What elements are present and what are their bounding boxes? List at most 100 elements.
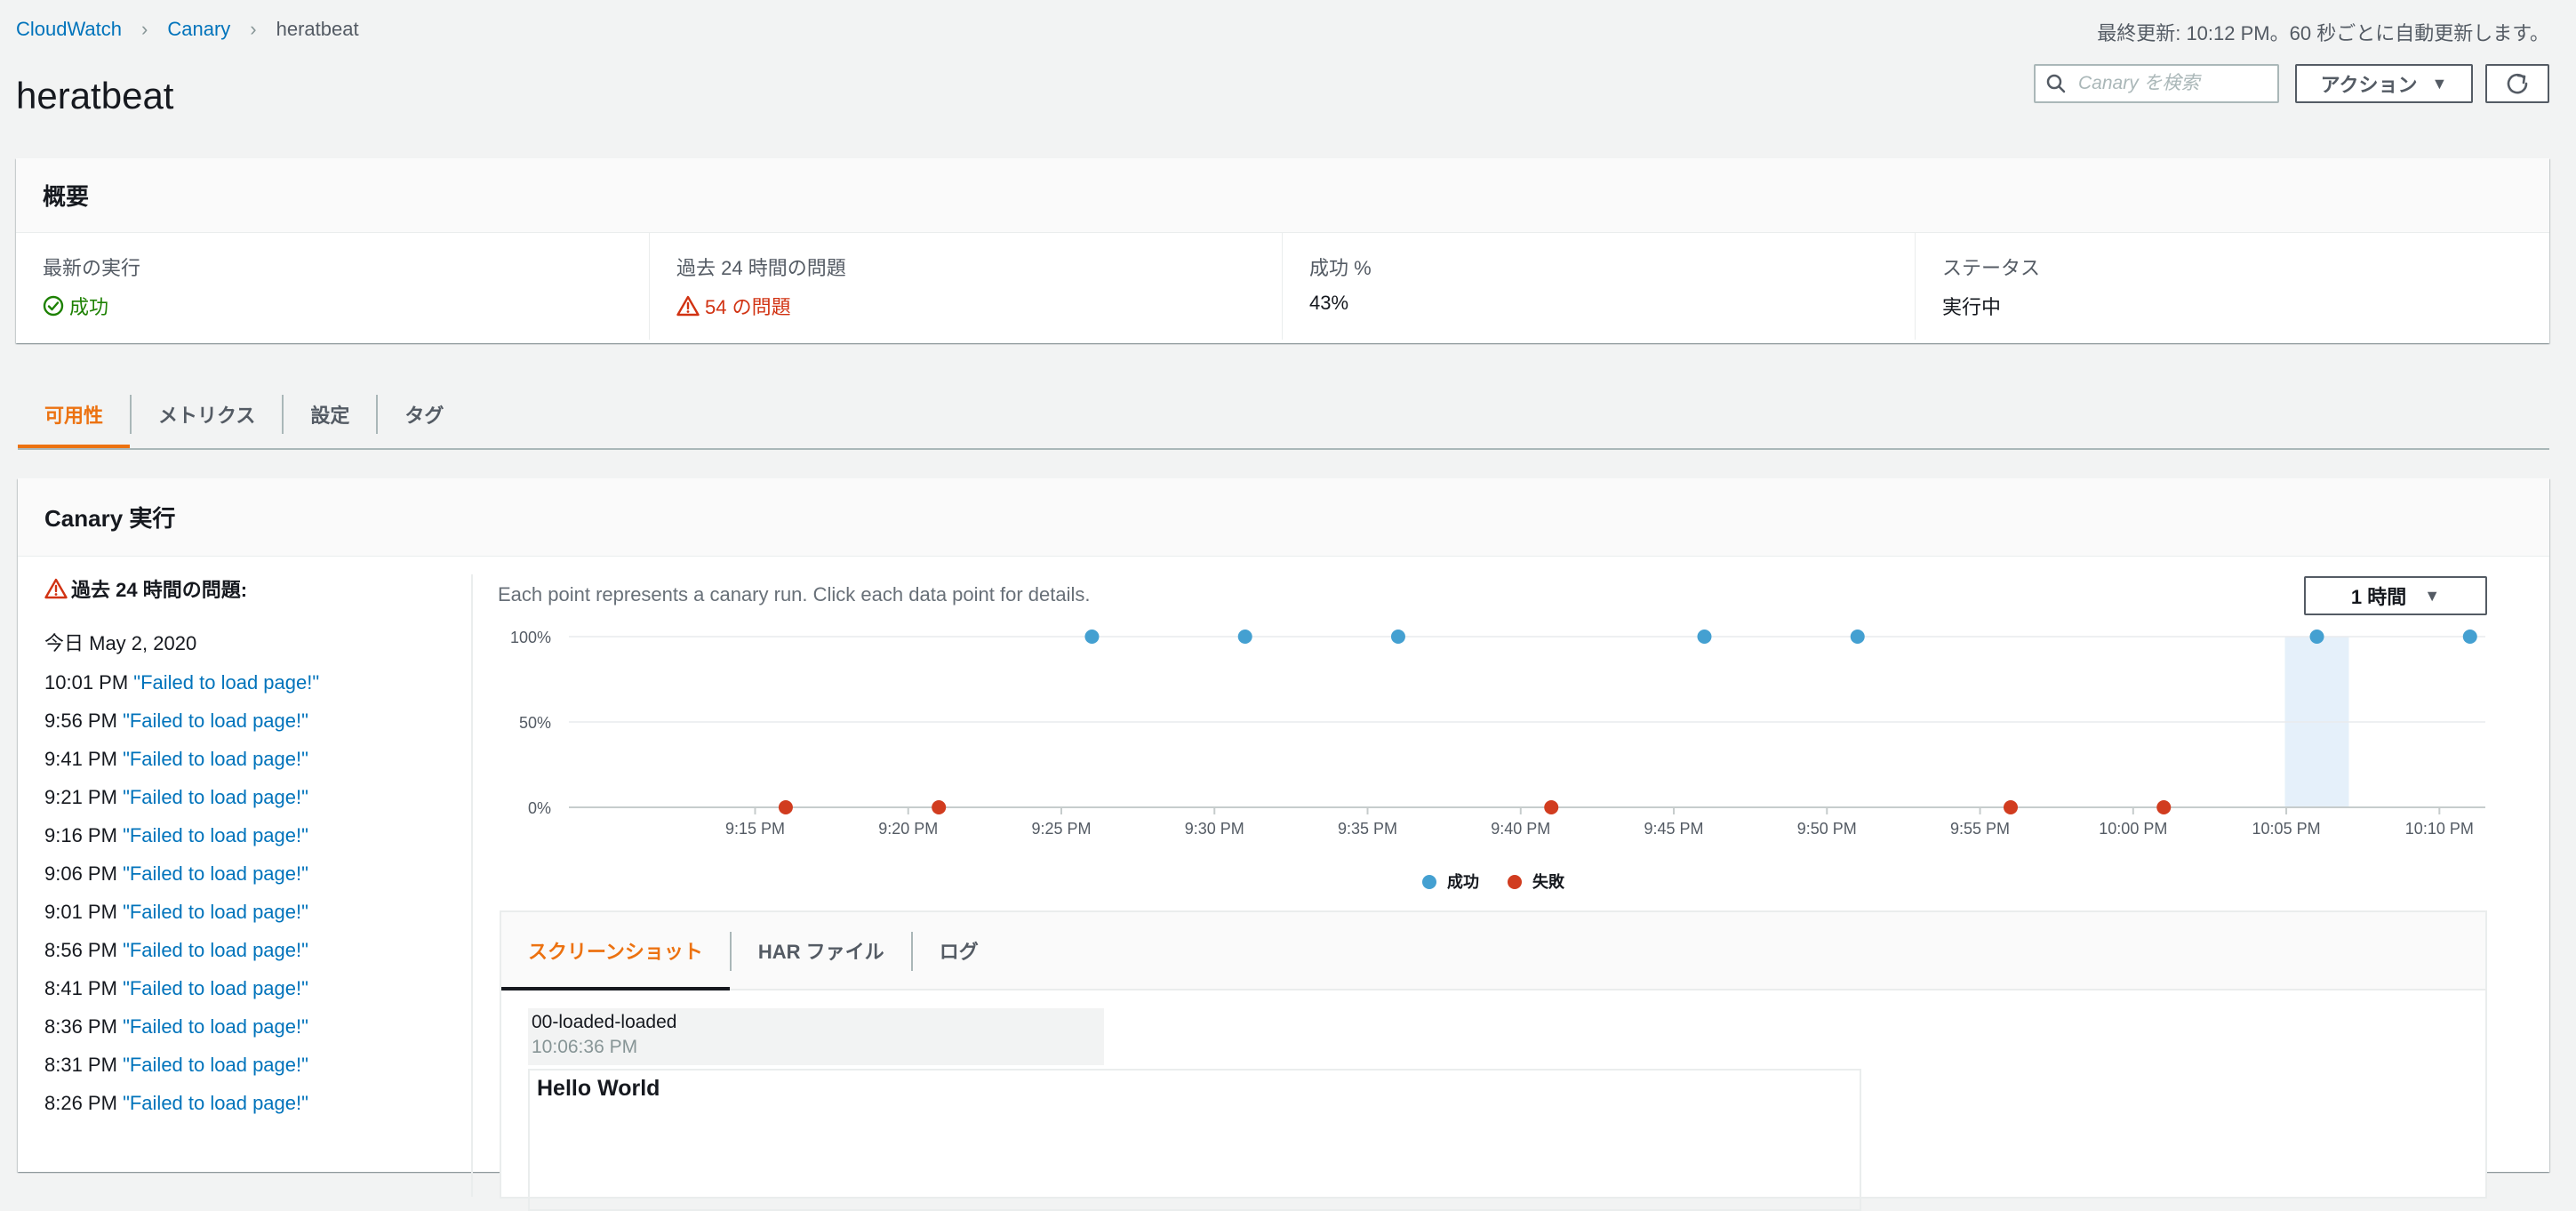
refresh-button[interactable] (2485, 64, 2549, 103)
issue-item: 9:06 PM "Failed to load page!" (44, 862, 453, 886)
issue-time: 9:21 PM (44, 786, 117, 808)
x-tick-label: 9:25 PM (1031, 820, 1091, 838)
x-tick-label: 9:40 PM (1491, 820, 1550, 838)
success-pct-column: 成功 % 43% (1282, 233, 1915, 340)
issue-link[interactable]: "Failed to load page!" (123, 901, 308, 923)
success-point[interactable] (1850, 630, 1865, 644)
tab-screenshot[interactable]: スクリーンショット (501, 912, 730, 990)
issue-link[interactable]: "Failed to load page!" (123, 862, 308, 885)
x-tick-label: 9:45 PM (1644, 820, 1704, 838)
y-tick-label: 50% (519, 714, 551, 732)
page-title: heratbeat (16, 75, 174, 116)
failure-point[interactable] (2156, 800, 2172, 814)
screenshot-content: Hello World (537, 1076, 660, 1101)
canary-search-input[interactable] (2076, 72, 2267, 95)
success-point[interactable] (1084, 630, 1100, 644)
latest-run-column: 最新の実行 成功 (16, 233, 649, 340)
actions-button[interactable]: アクション ▼ (2295, 64, 2473, 103)
screenshot-image[interactable]: Hello World (528, 1069, 1861, 1211)
success-point[interactable] (2309, 630, 2324, 644)
tab-availability[interactable]: 可用性 (18, 382, 131, 448)
success-pct-value: 43% (1309, 292, 1349, 314)
issue-item: 8:36 PM "Failed to load page!" (44, 1015, 453, 1039)
latest-run-value: 成功 (43, 292, 622, 320)
refresh-icon (2507, 73, 2528, 94)
breadcrumb-current: heratbeat (276, 18, 359, 40)
overview-panel: 概要 最新の実行 成功 過去 24 時間の問題 54 の問題 成功 % 43% … (16, 158, 2549, 343)
breadcrumb-canary[interactable]: Canary (167, 18, 230, 41)
issues-date: 今日 May 2, 2020 (44, 632, 197, 654)
issues-24h-label: 過去 24 時間の問題 (676, 257, 846, 279)
issue-link[interactable]: "Failed to load page!" (123, 1054, 308, 1076)
status-label: ステータス (1942, 257, 2041, 279)
legend-marker (1508, 875, 1522, 889)
issues-24h-column: 過去 24 時間の問題 54 の問題 (649, 233, 1282, 340)
issues-24h-value: 54 の問題 (676, 292, 1255, 320)
tab-tags[interactable]: タグ (378, 382, 470, 446)
breadcrumb: CloudWatch › Canary › heratbeat (16, 18, 359, 41)
issue-time: 8:31 PM (44, 1054, 117, 1076)
overview-title: 概要 (16, 158, 2549, 233)
tab-metrics[interactable]: メトリクス (132, 382, 282, 446)
failure-point[interactable] (2004, 800, 2018, 814)
issue-link[interactable]: "Failed to load page!" (133, 671, 319, 694)
x-tick-label: 10:10 PM (2405, 820, 2474, 838)
main-tabs: 可用性 メトリクス 設定 タグ (18, 382, 2549, 450)
tab-har-file[interactable]: HAR ファイル (732, 912, 911, 989)
issue-time: 10:01 PM (44, 671, 129, 694)
x-tick-label: 9:20 PM (878, 820, 938, 838)
issue-item: 8:26 PM "Failed to load page!" (44, 1092, 453, 1115)
status-column: ステータス 実行中 (1915, 233, 2548, 340)
y-tick-label: 100% (510, 629, 551, 646)
issue-item: 10:01 PM "Failed to load page!" (44, 671, 453, 694)
success-point[interactable] (1697, 630, 1712, 644)
failure-point[interactable] (778, 800, 793, 814)
issue-link[interactable]: "Failed to load page!" (123, 710, 308, 732)
tab-logs[interactable]: ログ (913, 912, 1005, 989)
x-tick-label: 9:55 PM (1950, 820, 2010, 838)
canary-runs-panel: Canary 実行 過去 24 時間の問題: 今日 May 2, 2020 10… (18, 478, 2549, 1211)
legend-label: 成功 (1447, 872, 1479, 891)
canary-search[interactable] (2034, 64, 2279, 103)
issue-link[interactable]: "Failed to load page!" (123, 786, 308, 808)
issue-link[interactable]: "Failed to load page!" (123, 1092, 308, 1114)
issue-link[interactable]: "Failed to load page!" (123, 977, 308, 999)
issue-link[interactable]: "Failed to load page!" (123, 939, 308, 961)
time-range-label: 1 時間 (2350, 586, 2407, 608)
column-divider (471, 574, 473, 1197)
issue-time: 9:01 PM (44, 901, 117, 923)
run-details-tabs: スクリーンショット HAR ファイル ログ (501, 912, 2485, 990)
tab-settings[interactable]: 設定 (284, 382, 376, 446)
issue-item: 9:16 PM "Failed to load page!" (44, 824, 453, 847)
issue-link[interactable]: "Failed to load page!" (123, 1015, 308, 1038)
failure-point[interactable] (932, 800, 947, 814)
issue-link[interactable]: "Failed to load page!" (123, 748, 308, 770)
x-tick-label: 9:50 PM (1797, 820, 1857, 838)
latest-run-label: 最新の実行 (43, 257, 141, 279)
chevron-right-icon: › (141, 18, 148, 40)
warning-icon (44, 578, 68, 599)
caret-down-icon: ▼ (2431, 74, 2448, 92)
breadcrumb-cloudwatch[interactable]: CloudWatch (16, 18, 122, 41)
issue-item: 8:31 PM "Failed to load page!" (44, 1054, 453, 1077)
issue-time: 9:06 PM (44, 862, 117, 885)
success-point[interactable] (1237, 630, 1252, 644)
issue-item: 8:56 PM "Failed to load page!" (44, 939, 453, 962)
success-point[interactable] (1390, 630, 1405, 644)
failure-point[interactable] (1544, 800, 1559, 814)
run-details-box: スクリーンショット HAR ファイル ログ 00-loaded-loaded 1… (500, 910, 2487, 1211)
issue-link[interactable]: "Failed to load page!" (123, 824, 308, 846)
time-range-select[interactable]: 1 時間 ▼ (2304, 576, 2487, 615)
y-tick-label: 0% (528, 799, 551, 817)
issue-time: 9:56 PM (44, 710, 117, 732)
screenshot-time: 10:06:36 PM (532, 1037, 638, 1057)
legend-marker (1422, 875, 1436, 889)
issues-24h-count: 54 の問題 (705, 296, 791, 318)
x-tick-label: 10:00 PM (2099, 820, 2167, 838)
issue-item: 9:01 PM "Failed to load page!" (44, 901, 453, 924)
x-tick-label: 10:05 PM (2252, 820, 2321, 838)
success-point[interactable] (2462, 630, 2477, 644)
issue-time: 8:56 PM (44, 939, 117, 961)
issue-item: 9:21 PM "Failed to load page!" (44, 786, 453, 809)
issues-list-title: 過去 24 時間の問題: (44, 574, 453, 603)
